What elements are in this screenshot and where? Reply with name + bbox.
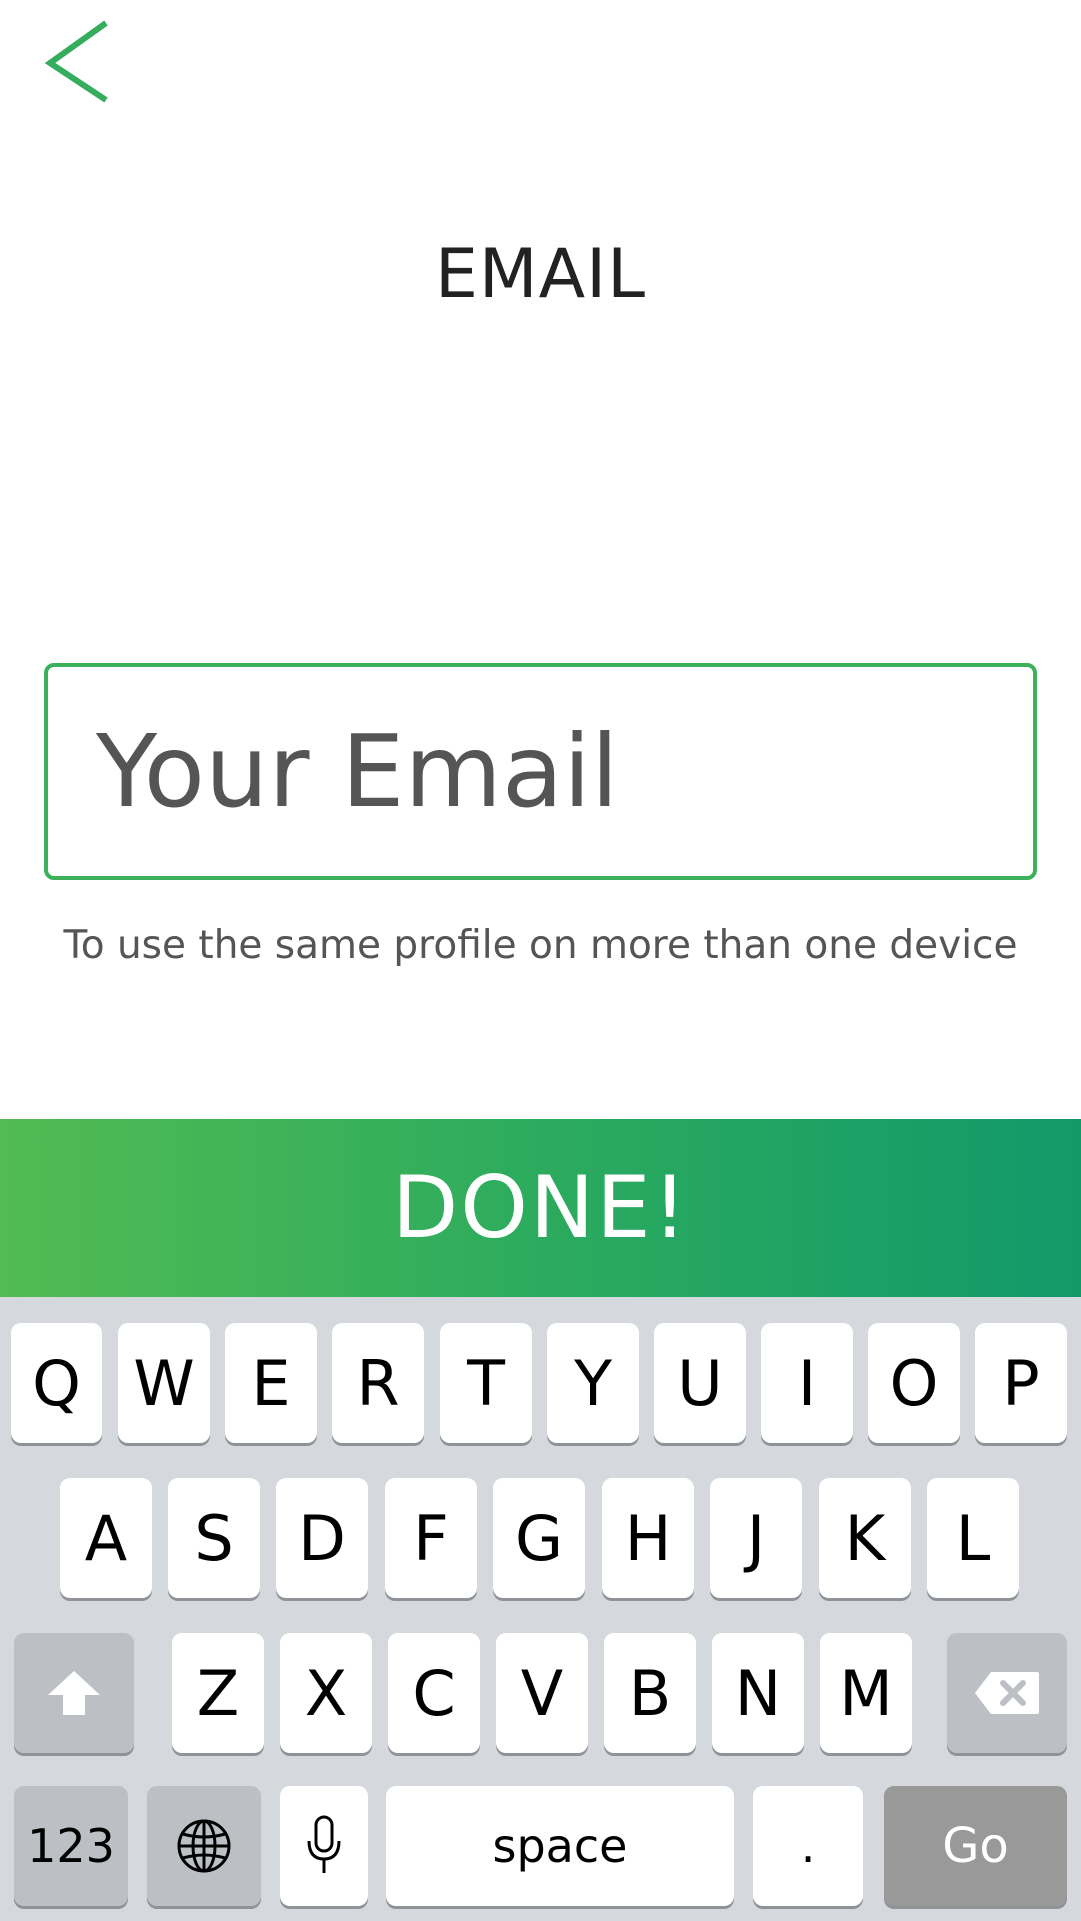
key-s[interactable]: S: [168, 1478, 260, 1598]
period-key[interactable]: .: [753, 1786, 863, 1906]
key-a[interactable]: A: [60, 1478, 152, 1598]
microphone-icon: [307, 1815, 341, 1873]
shift-arrow-icon: [48, 1671, 100, 1715]
globe-icon: [177, 1819, 231, 1873]
key-n[interactable]: N: [712, 1633, 804, 1753]
key-j[interactable]: J: [710, 1478, 802, 1598]
key-g[interactable]: G: [493, 1478, 585, 1598]
backspace-key[interactable]: [947, 1633, 1067, 1753]
backspace-icon: [975, 1672, 1039, 1714]
numbers-key[interactable]: 123: [14, 1786, 128, 1906]
space-key[interactable]: space: [386, 1786, 734, 1906]
keyboard: Q W E R T Y U I O P A S D F G H J K L Z …: [0, 1297, 1081, 1921]
key-h[interactable]: H: [602, 1478, 694, 1598]
key-l[interactable]: L: [927, 1478, 1019, 1598]
key-u[interactable]: U: [654, 1323, 746, 1443]
key-p[interactable]: P: [975, 1323, 1067, 1443]
key-f[interactable]: F: [385, 1478, 477, 1598]
back-button[interactable]: [38, 18, 118, 108]
key-c[interactable]: C: [388, 1633, 480, 1753]
key-r[interactable]: R: [332, 1323, 424, 1443]
key-v[interactable]: V: [496, 1633, 588, 1753]
key-y[interactable]: Y: [547, 1323, 639, 1443]
key-k[interactable]: K: [819, 1478, 911, 1598]
key-z[interactable]: Z: [172, 1633, 264, 1753]
key-i[interactable]: I: [761, 1323, 853, 1443]
key-o[interactable]: O: [868, 1323, 960, 1443]
email-field[interactable]: [44, 663, 1037, 880]
key-x[interactable]: X: [280, 1633, 372, 1753]
microphone-key[interactable]: [280, 1786, 368, 1906]
chevron-left-icon: [44, 20, 108, 103]
key-t[interactable]: T: [440, 1323, 532, 1443]
page-title: EMAIL: [434, 235, 647, 314]
go-key[interactable]: Go: [884, 1786, 1067, 1906]
key-w[interactable]: W: [118, 1323, 210, 1443]
key-b[interactable]: B: [604, 1633, 696, 1753]
shift-key[interactable]: [14, 1633, 134, 1753]
globe-key[interactable]: [147, 1786, 261, 1906]
done-button[interactable]: DONE!: [0, 1119, 1081, 1297]
key-d[interactable]: D: [276, 1478, 368, 1598]
helper-text: To use the same profile on more than one…: [63, 923, 1018, 968]
key-m[interactable]: M: [820, 1633, 912, 1753]
key-q[interactable]: Q: [11, 1323, 102, 1443]
key-e[interactable]: E: [225, 1323, 317, 1443]
email-screen: EMAIL To use the same profile on more th…: [0, 0, 1081, 1921]
